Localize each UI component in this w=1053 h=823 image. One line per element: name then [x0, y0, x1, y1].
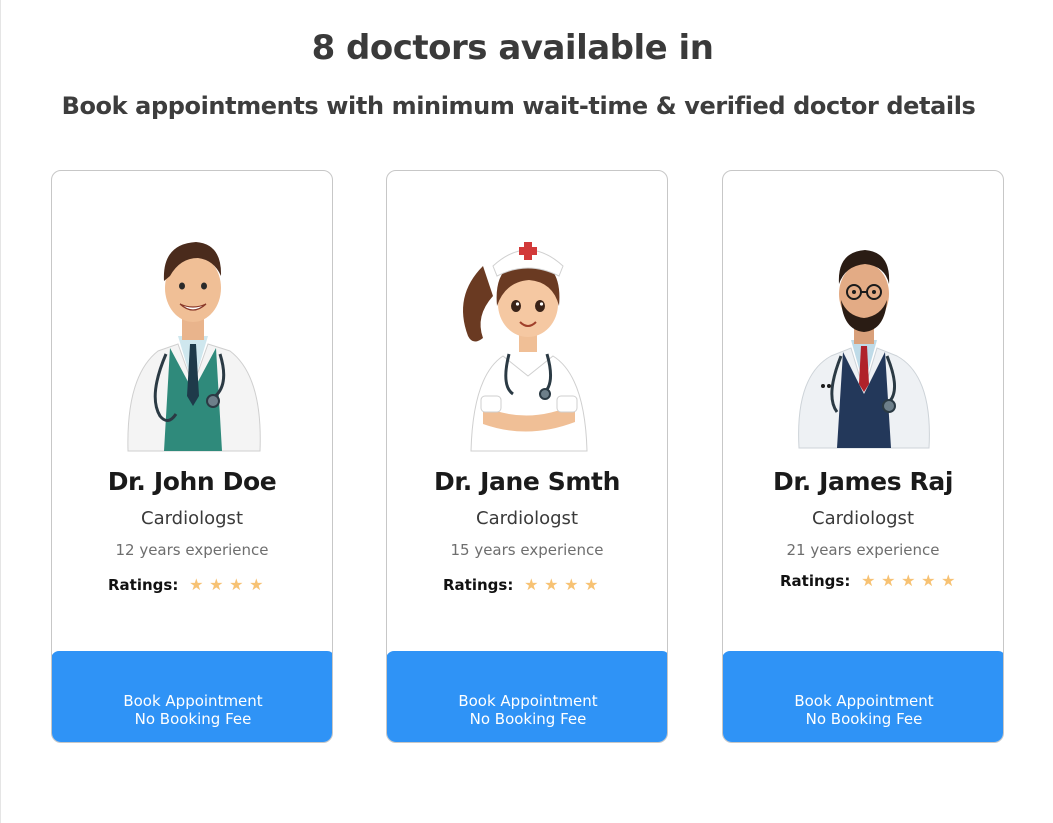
star-icon: ★ — [921, 571, 936, 590]
doctor-ratings: Ratings: ★ ★ ★ ★ ★ — [780, 572, 958, 590]
star-icon: ★ — [584, 575, 599, 594]
star-icon: ★ — [564, 575, 579, 594]
book-appointment-button[interactable]: Book Appointment No Booking Fee — [52, 651, 332, 742]
female-nurse-avatar-icon — [453, 226, 603, 456]
star-icon: ★ — [861, 571, 876, 590]
star-icon: ★ — [209, 575, 224, 594]
star-rating: ★ ★ ★ ★ — [521, 577, 601, 593]
no-booking-fee-label: No Booking Fee — [805, 709, 923, 728]
page-subtitle: Book appointments with minimum wait-time… — [61, 92, 976, 120]
ratings-label: Ratings: — [108, 576, 179, 594]
star-rating: ★ ★ ★ ★ — [186, 577, 266, 593]
ratings-label: Ratings: — [443, 576, 514, 594]
doctor-experience: 12 years experience — [115, 541, 269, 559]
star-rating: ★ ★ ★ ★ ★ — [858, 573, 958, 589]
doctor-card: Dr. James Raj Cardiologst 21 years exper… — [722, 170, 1004, 743]
page-title: 8 doctors available in — [311, 28, 714, 68]
book-appointment-label: Book Appointment — [794, 691, 934, 710]
ratings-label: Ratings: — [780, 572, 851, 590]
star-icon: ★ — [881, 571, 896, 590]
doctor-name: Dr. James Raj — [773, 467, 953, 496]
doctor-name: Dr. Jane Smth — [434, 467, 620, 496]
no-booking-fee-label: No Booking Fee — [134, 709, 252, 728]
no-booking-fee-label: No Booking Fee — [469, 709, 587, 728]
star-icon: ★ — [941, 571, 956, 590]
star-icon: ★ — [524, 575, 539, 594]
star-icon: ★ — [901, 571, 916, 590]
book-appointment-label: Book Appointment — [458, 691, 598, 710]
bearded-doctor-avatar-icon — [789, 226, 939, 456]
doctor-specialty: Cardiologst — [476, 508, 578, 529]
doctor-ratings: Ratings: ★ ★ ★ ★ — [108, 576, 266, 594]
doctor-specialty: Cardiologst — [812, 508, 914, 529]
book-appointment-label: Book Appointment — [123, 691, 263, 710]
doctor-ratings: Ratings: ★ ★ ★ ★ — [443, 576, 601, 594]
doctor-specialty: Cardiologst — [141, 508, 243, 529]
star-icon: ★ — [544, 575, 559, 594]
star-icon: ★ — [249, 575, 264, 594]
star-icon: ★ — [229, 575, 244, 594]
doctor-card: Dr. John Doe Cardiologst 12 years experi… — [51, 170, 333, 743]
male-doctor-avatar-icon — [118, 226, 268, 456]
book-appointment-button[interactable]: Book Appointment No Booking Fee — [723, 651, 1003, 742]
doctor-name: Dr. John Doe — [107, 467, 277, 496]
doctor-experience: 21 years experience — [786, 541, 940, 559]
star-icon: ★ — [189, 575, 204, 594]
doctor-card: Dr. Jane Smth Cardiologst 15 years exper… — [386, 170, 668, 743]
doctor-experience: 15 years experience — [450, 541, 604, 559]
book-appointment-button[interactable]: Book Appointment No Booking Fee — [387, 651, 667, 742]
